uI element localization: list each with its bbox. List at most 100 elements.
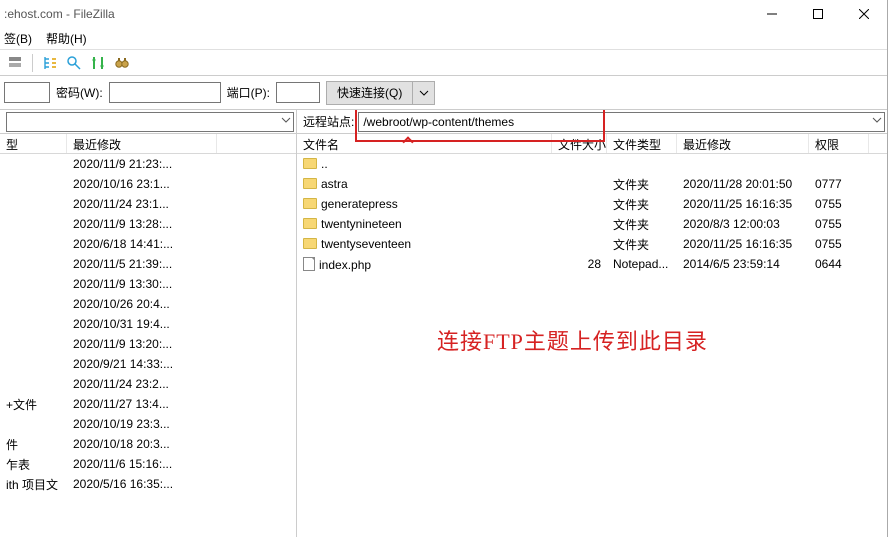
toolbar-toggle-tree-button[interactable] [39, 52, 61, 74]
cell-modified: 2020/11/24 23:2... [67, 377, 217, 391]
remote-pane: 远程站点: /webroot/wp-content/themes 文件名 文件大… [297, 110, 887, 537]
annotation-text: 连接FTP主题上传到此目录 [437, 324, 708, 356]
cell-modified: 2020/11/24 23:1... [67, 197, 217, 211]
window-title: :ehost.com - FileZilla [4, 7, 115, 21]
list-item[interactable]: 2020/11/9 13:28:... [0, 214, 296, 234]
password-input[interactable] [109, 82, 221, 103]
port-input[interactable] [276, 82, 320, 103]
cell-perm: 0755 [809, 197, 869, 211]
chevron-down-icon [872, 115, 882, 125]
compare-icon [90, 55, 106, 71]
list-item[interactable]: 2020/6/18 14:41:... [0, 234, 296, 254]
cell-modified: 2020/10/18 20:3... [67, 437, 217, 451]
cell-modified: 2020/11/28 20:01:50 [677, 177, 809, 191]
list-item[interactable]: +文件2020/11/27 13:4... [0, 394, 296, 414]
window-controls [749, 0, 887, 28]
col-size[interactable]: 文件大小 [552, 134, 607, 153]
list-item[interactable]: 2020/11/24 23:1... [0, 194, 296, 214]
list-item[interactable]: 2020/11/5 21:39:... [0, 254, 296, 274]
col-modified[interactable]: 最近修改 [67, 134, 217, 153]
cell-type: 文件夹 [607, 216, 677, 233]
cell-modified: 2020/8/3 12:00:03 [677, 217, 809, 231]
cell-modified: 2020/10/16 23:1... [67, 177, 217, 191]
minimize-button[interactable] [749, 0, 795, 28]
list-item[interactable]: astra文件夹2020/11/28 20:01:500777 [297, 174, 887, 194]
folder-icon [303, 158, 317, 169]
list-item[interactable]: twentyseventeen文件夹2020/11/25 16:16:35075… [297, 234, 887, 254]
cell-perm: 0777 [809, 177, 869, 191]
list-item[interactable]: 2020/10/16 23:1... [0, 174, 296, 194]
menu-bar: 签(B) 帮助(H) [0, 28, 887, 50]
cell-modified: 2020/5/16 16:35:... [67, 477, 217, 491]
maximize-icon [813, 9, 823, 19]
quick-connect-bar: 密码(W): 端口(P): 快速连接(Q) [0, 76, 887, 110]
col-type[interactable]: 型 [0, 134, 67, 153]
list-item[interactable]: generatepress文件夹2020/11/25 16:16:350755 [297, 194, 887, 214]
list-item[interactable]: 2020/9/21 14:33:... [0, 354, 296, 374]
remote-list[interactable]: 文件名 文件大小 文件类型 最近修改 权限 ..astra文件夹2020/11/… [297, 134, 887, 537]
local-list[interactable]: 型 最近修改 2020/11/9 21:23:... 2020/10/16 23:… [0, 134, 296, 537]
list-item[interactable]: 2020/11/24 23:2... [0, 374, 296, 394]
quick-connect-dropdown[interactable] [413, 81, 435, 105]
folder-icon [303, 238, 317, 249]
list-item[interactable]: 2020/11/9 13:20:... [0, 334, 296, 354]
toolbar-sitemanager-button[interactable] [4, 52, 26, 74]
maximize-button[interactable] [795, 0, 841, 28]
server-icon [7, 55, 23, 71]
close-button[interactable] [841, 0, 887, 28]
list-item[interactable]: 2020/10/19 23:3... [0, 414, 296, 434]
cell-perm: 0755 [809, 217, 869, 231]
close-icon [859, 9, 869, 19]
list-item[interactable]: 件2020/10/18 20:3... [0, 434, 296, 454]
col-type[interactable]: 文件类型 [607, 134, 677, 153]
toolbar-filter-button[interactable] [63, 52, 85, 74]
cell-modified: 2020/11/9 21:23:... [67, 157, 217, 171]
remote-site-label: 远程站点: [303, 113, 354, 130]
quick-connect-button[interactable]: 快速连接(Q) [326, 81, 413, 105]
cell-type: 件 [0, 436, 67, 453]
folder-icon [303, 198, 317, 209]
remote-site-combo[interactable]: /webroot/wp-content/themes [358, 112, 885, 132]
toolbar-compare-button[interactable] [87, 52, 109, 74]
list-item[interactable]: index.php28Notepad...2014/6/5 23:59:1406… [297, 254, 887, 274]
cell-modified: 2014/6/5 23:59:14 [677, 257, 809, 271]
list-item[interactable]: .. [297, 154, 887, 174]
menu-bookmarks[interactable]: 签(B) [4, 30, 32, 47]
cell-modified: 2020/10/19 23:3... [67, 417, 217, 431]
cell-name: twentyseventeen [297, 237, 552, 251]
list-item[interactable]: ith 项目文2020/5/16 16:35:... [0, 474, 296, 494]
chevron-down-icon [419, 88, 429, 98]
menu-help[interactable]: 帮助(H) [46, 30, 87, 47]
cell-modified: 2020/10/31 19:4... [67, 317, 217, 331]
cell-modified: 2020/11/5 21:39:... [67, 257, 217, 271]
toolbar-search-button[interactable] [111, 52, 133, 74]
cell-type: +文件 [0, 396, 67, 413]
app-window: :ehost.com - FileZilla 签(B) 帮助(H) [0, 0, 888, 537]
cell-modified: 2020/11/9 13:30:... [67, 277, 217, 291]
cell-type: 文件夹 [607, 196, 677, 213]
cell-name: generatepress [297, 197, 552, 211]
list-item[interactable]: 2020/10/31 19:4... [0, 314, 296, 334]
cell-modified: 2020/11/27 13:4... [67, 397, 217, 411]
cell-perm: 0755 [809, 237, 869, 251]
annotation-caret-icon [404, 138, 416, 146]
col-name[interactable]: 文件名 [297, 134, 552, 153]
local-site-combo[interactable] [6, 112, 294, 132]
toolbar-separator [32, 54, 33, 72]
cell-modified: 2020/11/9 13:28:... [67, 217, 217, 231]
chevron-down-icon [281, 115, 291, 125]
list-item[interactable]: 2020/11/9 21:23:... [0, 154, 296, 174]
local-list-header: 型 最近修改 [0, 134, 296, 154]
host-input[interactable] [4, 82, 50, 103]
col-modified[interactable]: 最近修改 [677, 134, 809, 153]
folder-icon [303, 178, 317, 189]
list-item[interactable]: 2020/11/9 13:30:... [0, 274, 296, 294]
minimize-icon [767, 9, 777, 19]
file-icon [303, 257, 315, 271]
list-item[interactable]: twentynineteen文件夹2020/8/3 12:00:030755 [297, 214, 887, 234]
list-item[interactable]: 2020/10/26 20:4... [0, 294, 296, 314]
cell-type: Notepad... [607, 257, 677, 271]
folder-icon [303, 218, 317, 229]
list-item[interactable]: 乍表2020/11/6 15:16:... [0, 454, 296, 474]
col-perm[interactable]: 权限 [809, 134, 869, 153]
